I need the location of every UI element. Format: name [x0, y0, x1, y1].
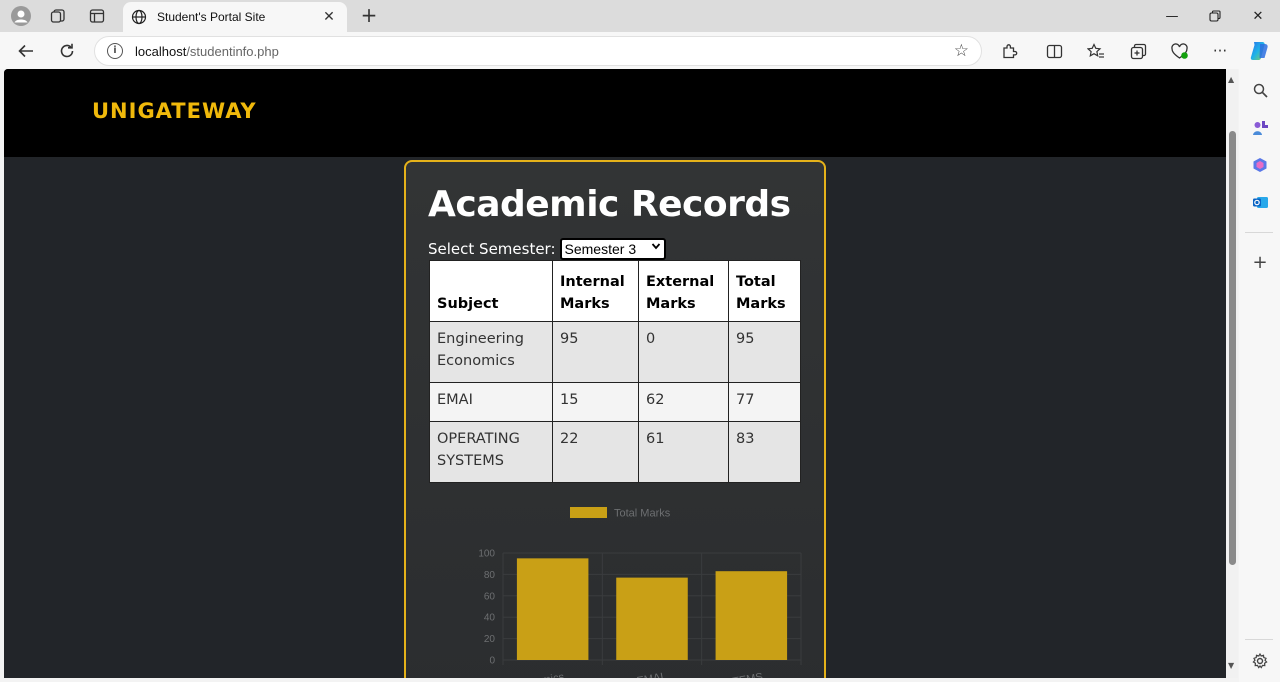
table-row: Engineering Economics 95 0 95	[429, 321, 801, 383]
profile-icon[interactable]	[8, 4, 34, 28]
y-tick-label: 60	[484, 591, 496, 602]
split-screen-icon[interactable]	[1041, 38, 1067, 64]
games-icon[interactable]	[1251, 119, 1269, 137]
more-options-icon[interactable]: ···	[1207, 38, 1233, 64]
navigation-bar: i localhost/studentinfo.php ☆ ···	[0, 32, 1280, 69]
cell-external: 0	[638, 321, 729, 383]
legend-label: Total Marks	[614, 508, 671, 520]
new-tab-button[interactable]: +	[357, 4, 381, 28]
favorite-star-icon[interactable]: ☆	[954, 41, 969, 61]
x-tick-label: EMAI	[636, 671, 665, 678]
tab-student-portal[interactable]: Student's Portal Site ✕	[123, 2, 347, 32]
browser-sidebar: +	[1239, 69, 1280, 682]
workspaces-icon[interactable]	[45, 4, 71, 28]
settings-gear-icon[interactable]	[1251, 652, 1269, 670]
chart-bar	[616, 577, 688, 660]
url-text[interactable]: localhost/studentinfo.php	[135, 44, 954, 59]
table-header-row: Subject Internal Marks External Marks To…	[429, 260, 801, 322]
column-header-total: Total Marks	[728, 260, 801, 322]
y-tick-label: 100	[478, 549, 495, 560]
y-tick-label: 20	[484, 634, 496, 645]
outlook-icon[interactable]	[1251, 193, 1269, 211]
column-header-subject: Subject	[429, 260, 553, 322]
copilot-icon[interactable]	[1246, 38, 1272, 64]
back-button[interactable]	[13, 38, 39, 64]
cell-internal: 95	[552, 321, 639, 383]
minimize-button[interactable]: —	[1150, 0, 1194, 32]
semester-label: Select Semester:	[428, 240, 556, 258]
table-row: EMAI 15 62 77	[429, 382, 801, 422]
refresh-button[interactable]	[54, 38, 80, 64]
semester-selected-value: Semester 3	[564, 241, 637, 257]
semester-selector-row: Select Semester: Semester 3	[428, 238, 666, 260]
y-tick-label: 80	[484, 570, 496, 581]
cell-external: 62	[638, 382, 729, 422]
chart-bar	[516, 558, 589, 660]
cell-subject: Engineering Economics	[429, 321, 553, 383]
site-brand[interactable]: UNIGATEWAY	[92, 99, 257, 123]
y-tick-label: 0	[489, 656, 495, 667]
academic-records-card: Academic Records Select Semester: Semest…	[404, 160, 826, 678]
page-scrollbar[interactable]: ▲ ▼	[1226, 69, 1238, 678]
office-icon[interactable]	[1251, 156, 1269, 174]
tab-strip: Student's Portal Site ✕ + — ✕	[0, 0, 1280, 32]
tab-title: Student's Portal Site	[157, 10, 266, 24]
favorites-icon[interactable]	[1083, 38, 1109, 64]
marks-table: Subject Internal Marks External Marks To…	[429, 260, 801, 483]
cell-internal: 15	[552, 382, 639, 422]
sidebar-divider	[1245, 232, 1273, 233]
cell-subject: OPERATING SYSTEMS	[429, 421, 553, 483]
cell-external: 61	[638, 421, 729, 483]
table-row: OPERATING SYSTEMS 22 61 83	[429, 421, 801, 483]
globe-icon	[131, 9, 147, 25]
chevron-down-icon	[651, 241, 661, 254]
search-icon[interactable]	[1251, 81, 1269, 99]
vertical-tabs-icon[interactable]	[84, 4, 110, 28]
chart-bar	[715, 571, 788, 660]
close-window-button[interactable]: ✕	[1236, 0, 1280, 32]
column-header-internal: Internal Marks	[552, 260, 639, 322]
scroll-up-icon[interactable]: ▲	[1228, 75, 1234, 84]
browser-essentials-icon[interactable]	[1167, 38, 1193, 64]
x-tick-label: Engineering Economics	[449, 671, 565, 678]
restore-button[interactable]	[1193, 0, 1237, 32]
page-title: Academic Records	[428, 184, 791, 225]
scroll-down-icon[interactable]: ▼	[1228, 661, 1234, 670]
add-sidebar-app-icon[interactable]: +	[1251, 252, 1269, 273]
cell-internal: 22	[552, 421, 639, 483]
cell-total: 77	[728, 382, 801, 422]
column-header-external: External Marks	[638, 260, 729, 322]
cell-subject: EMAI	[429, 382, 553, 422]
close-tab-icon[interactable]: ✕	[319, 9, 339, 25]
sidebar-divider	[1245, 639, 1273, 640]
site-info-icon[interactable]: i	[107, 43, 123, 59]
site-header: UNIGATEWAY	[4, 69, 1226, 157]
collections-icon[interactable]	[1125, 38, 1151, 64]
scrollbar-thumb[interactable]	[1229, 131, 1236, 565]
legend-swatch	[570, 507, 607, 518]
total-marks-chart: 020406080100Engineering EconomicsEMAIOPE…	[449, 507, 802, 678]
cell-total: 95	[728, 321, 801, 383]
page-viewport: UNIGATEWAY Academic Records Select Semes…	[4, 69, 1226, 678]
y-tick-label: 40	[484, 613, 496, 624]
cell-total: 83	[728, 421, 801, 483]
address-bar[interactable]: i localhost/studentinfo.php ☆	[94, 36, 982, 66]
semester-select[interactable]: Semester 3	[559, 238, 666, 260]
extensions-icon[interactable]	[996, 38, 1022, 64]
